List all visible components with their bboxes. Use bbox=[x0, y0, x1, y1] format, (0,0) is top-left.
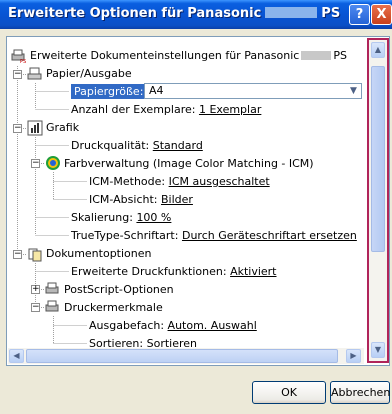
output-tray-label: Ausgabefach: bbox=[89, 319, 165, 332]
title-bar: Erweiterte Optionen für Panasonic PS ? X bbox=[0, 0, 392, 29]
expander-document-options[interactable]: − bbox=[13, 250, 22, 259]
sort-label: Sortieren: bbox=[89, 337, 144, 347]
chevron-down-icon: ▼ bbox=[374, 345, 382, 354]
truetype-label: TrueType-Schriftart: bbox=[71, 229, 179, 242]
copies-value[interactable]: 1 Exemplar bbox=[199, 103, 261, 116]
scaling-label: Skalierung: bbox=[71, 211, 133, 224]
expander-postscript[interactable]: + bbox=[31, 285, 40, 294]
tree-output-tray[interactable]: Ausgabefach: Autom. Auswahl bbox=[89, 317, 257, 335]
chevron-down-icon: ▼ bbox=[346, 84, 361, 98]
scroll-down-button[interactable]: ▼ bbox=[371, 342, 385, 358]
copies-label: Anzahl der Exemplare: bbox=[71, 103, 196, 116]
tree-advanced-printing[interactable]: Erweiterte Druckfunktionen: Aktiviert bbox=[71, 263, 277, 281]
tree-paper-section[interactable]: Papier/Ausgabe bbox=[46, 65, 132, 83]
tree-scaling[interactable]: Skalierung: 100 % bbox=[71, 209, 171, 227]
paper-size-select[interactable]: A4 ▼ bbox=[144, 83, 362, 99]
expander-paper[interactable]: − bbox=[13, 70, 22, 79]
tree-graphics-section[interactable]: Grafik bbox=[46, 119, 79, 137]
printer-features-icon bbox=[45, 300, 59, 312]
redacted-model-name bbox=[265, 7, 318, 18]
expander-printer-features[interactable]: − bbox=[31, 303, 40, 312]
tree-document-options[interactable]: Dokumentoptionen bbox=[46, 245, 152, 263]
chevron-up-icon: ▲ bbox=[374, 45, 382, 54]
redacted-root-model bbox=[301, 51, 332, 60]
advanced-printing-value[interactable]: Aktiviert bbox=[230, 265, 276, 278]
color-management-icon bbox=[46, 156, 60, 170]
help-icon: ? bbox=[355, 7, 364, 22]
ok-button[interactable]: OK bbox=[252, 381, 326, 404]
scaling-value[interactable]: 100 % bbox=[136, 211, 171, 224]
tree-print-quality[interactable]: Druckqualität: Standard bbox=[71, 137, 203, 155]
window-title: Erweiterte Optionen für Panasonic PS bbox=[8, 6, 340, 21]
svg-text:PS: PS bbox=[20, 59, 26, 64]
tree-postscript-options[interactable]: PostScript-Optionen bbox=[64, 281, 174, 299]
sort-value[interactable]: Sortieren bbox=[147, 337, 197, 347]
tree-icm-method[interactable]: ICM-Methode: ICM ausgeschaltet bbox=[89, 173, 270, 191]
tree-printer-features[interactable]: Druckermerkmale bbox=[64, 299, 163, 317]
tree-root-text: Erweiterte Dokumenteinstellungen für Pan… bbox=[30, 49, 300, 62]
chevron-left-icon: ◀ bbox=[13, 351, 20, 360]
graphics-chart-icon bbox=[27, 120, 43, 136]
postscript-printer-icon bbox=[45, 282, 59, 294]
paper-size-label[interactable]: Papiergröße: bbox=[71, 84, 147, 99]
vertical-scrollbar[interactable]: ▲ ▼ bbox=[367, 38, 389, 363]
scroll-right-button[interactable]: ▶ bbox=[346, 349, 361, 363]
window-title-suffix: PS bbox=[321, 6, 341, 21]
window-title-prefix: Erweiterte Optionen für Panasonic bbox=[8, 6, 262, 21]
help-button[interactable]: ? bbox=[349, 4, 370, 25]
tree-root-label: Erweiterte Dokumenteinstellungen für Pan… bbox=[30, 47, 347, 65]
tree-sort[interactable]: Sortieren: Sortieren bbox=[89, 335, 197, 347]
expander-graphics[interactable]: − bbox=[13, 124, 22, 133]
advanced-printing-label: Erweiterte Druckfunktionen: bbox=[71, 265, 227, 278]
close-icon: X bbox=[376, 7, 387, 22]
vertical-scroll-thumb[interactable] bbox=[371, 66, 385, 252]
settings-tree-panel: PS Erweiterte Dokumenteinstellungen für … bbox=[6, 36, 390, 366]
scroll-left-button[interactable]: ◀ bbox=[9, 349, 24, 363]
tree-color-management[interactable]: Farbverwaltung (Image Color Matching - I… bbox=[64, 155, 314, 173]
close-button[interactable]: X bbox=[371, 4, 392, 25]
quality-value[interactable]: Standard bbox=[153, 139, 203, 152]
tree-copies[interactable]: Anzahl der Exemplare: 1 Exemplar bbox=[71, 101, 261, 119]
settings-tree: PS Erweiterte Dokumenteinstellungen für … bbox=[7, 37, 363, 347]
scroll-up-button[interactable]: ▲ bbox=[371, 42, 385, 58]
cancel-button[interactable]: Abbrechen bbox=[330, 381, 390, 404]
chevron-right-icon: ▶ bbox=[350, 351, 357, 360]
horizontal-scroll-thumb[interactable] bbox=[26, 349, 338, 363]
paper-output-icon bbox=[27, 67, 42, 80]
tree-icm-intent[interactable]: ICM-Absicht: Bilder bbox=[89, 191, 193, 209]
quality-label: Druckqualität: bbox=[71, 139, 150, 152]
icm-intent-value[interactable]: Bilder bbox=[161, 193, 193, 206]
tree-truetype[interactable]: TrueType-Schriftart: Durch Geräteschrift… bbox=[71, 227, 357, 245]
expander-color-management[interactable]: − bbox=[31, 159, 40, 168]
icm-intent-label: ICM-Absicht: bbox=[89, 193, 158, 206]
icm-method-label: ICM-Methode: bbox=[89, 175, 166, 188]
truetype-value[interactable]: Durch Geräteschriftart ersetzen bbox=[182, 229, 357, 242]
output-tray-value[interactable]: Autom. Auswahl bbox=[168, 319, 257, 332]
document-options-icon bbox=[28, 248, 42, 262]
printer-document-icon: PS bbox=[11, 49, 26, 64]
icm-method-value[interactable]: ICM ausgeschaltet bbox=[169, 175, 270, 188]
horizontal-scrollbar[interactable]: ◀ ▶ bbox=[8, 348, 364, 364]
paper-size-value: A4 bbox=[149, 84, 164, 97]
tree-root-suffix: PS bbox=[333, 49, 347, 62]
